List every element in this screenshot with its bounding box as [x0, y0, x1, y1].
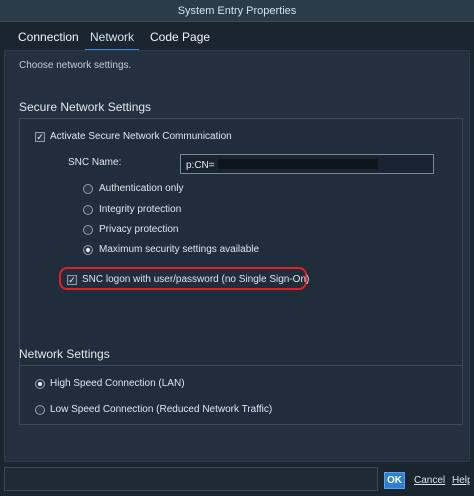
integrity-protection-label: Integrity protection: [99, 204, 182, 215]
snc-name-value: p:CN=: [186, 160, 215, 171]
network-settings-group: High Speed Connection (LAN) Low Speed Co…: [19, 365, 463, 425]
footer-bar: OK Cancel Help: [4, 466, 470, 492]
radio-integrity-protection[interactable]: [83, 205, 93, 215]
low-speed-label: Low Speed Connection (Reduced Network Tr…: [50, 404, 273, 415]
intro-text: Choose network settings.: [19, 60, 132, 71]
network-settings-panel: Choose network settings. Secure Network …: [4, 50, 470, 462]
radio-maximum-security[interactable]: [83, 245, 93, 255]
tab-network[interactable]: Network: [84, 30, 140, 51]
ok-button[interactable]: OK: [384, 472, 405, 489]
secure-network-title: Secure Network Settings: [19, 100, 152, 114]
help-button[interactable]: Help: [452, 475, 470, 486]
activate-snc-label: Activate Secure Network Communication: [50, 131, 232, 142]
radio-high-speed[interactable]: [35, 379, 45, 389]
redacted-block: [217, 159, 378, 169]
snc-logon-checkbox[interactable]: ✓: [67, 275, 77, 285]
radio-authentication-only[interactable]: [83, 184, 93, 194]
window-title: System Entry Properties: [177, 4, 297, 17]
high-speed-label: High Speed Connection (LAN): [50, 378, 185, 389]
status-field: [4, 467, 378, 491]
activate-snc-checkbox[interactable]: ✓: [35, 132, 45, 142]
authentication-only-label: Authentication only: [99, 183, 184, 194]
tab-connection[interactable]: Connection: [18, 30, 79, 48]
tab-bar: Connection Network Code Page: [0, 22, 474, 51]
snc-name-label: SNC Name:: [68, 157, 122, 168]
checkmark-icon: ✓: [36, 131, 44, 142]
title-bar: System Entry Properties: [0, 0, 474, 22]
checkmark-icon: ✓: [68, 274, 76, 285]
network-settings-title: Network Settings: [19, 347, 110, 361]
snc-name-input[interactable]: p:CN=: [180, 154, 434, 174]
cancel-button[interactable]: Cancel: [414, 475, 445, 486]
tab-code-page[interactable]: Code Page: [150, 30, 210, 48]
snc-logon-label: SNC logon with user/password (no Single …: [82, 274, 310, 285]
radio-privacy-protection[interactable]: [83, 225, 93, 235]
maximum-security-label: Maximum security settings available: [99, 244, 260, 255]
privacy-protection-label: Privacy protection: [99, 224, 179, 235]
radio-low-speed[interactable]: [35, 405, 45, 415]
